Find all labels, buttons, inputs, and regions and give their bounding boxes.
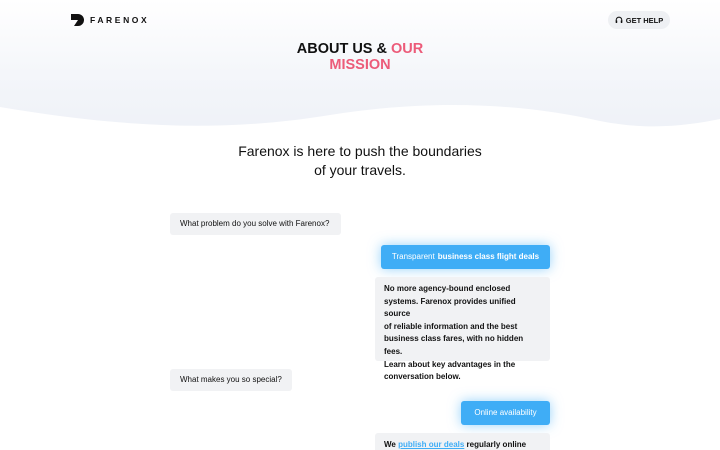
answer-bubble-1[interactable]: Transparent business class flight deals: [381, 245, 550, 269]
message-2-suffix: regularly online: [464, 440, 527, 449]
message-bubble-2: We publish our deals regularly online: [375, 433, 550, 450]
title-part2: OUR: [391, 41, 424, 57]
question-text-2: What makes you so special?: [180, 375, 282, 384]
answer-bold-1: business class flight deals: [437, 252, 540, 261]
answer-bubble-2[interactable]: Online availability: [461, 401, 550, 425]
question-text-1: What problem do you solve with Farenox?: [180, 219, 330, 228]
message-2-prefix: We: [384, 440, 399, 449]
message-line: conversation below.: [384, 372, 461, 382]
answer-text-2: Online availability: [474, 408, 537, 417]
title-line2: MISSION: [329, 57, 391, 73]
logo-mark-icon: [71, 14, 84, 26]
headset-icon: [615, 16, 623, 23]
get-help-button[interactable]: GET HELP: [608, 11, 670, 29]
message-line: business class fares, with no hidden fee…: [384, 334, 524, 356]
logo[interactable]: FARENOX: [70, 12, 149, 28]
page-title: ABOUT US & OUR MISSION: [0, 41, 720, 73]
logo-text: FARENOX: [90, 15, 150, 25]
tagline-line1: Farenox is here to push the boundaries: [238, 143, 482, 159]
message-line: No more agency-bound enclosed: [384, 284, 511, 293]
answer-prefix-1: Transparent: [391, 252, 435, 261]
title-part1: ABOUT US &: [296, 41, 391, 57]
publish-deals-link[interactable]: publish our deals: [398, 440, 464, 449]
question-bubble-2: What makes you so special?: [170, 369, 292, 391]
get-help-label: GET HELP: [625, 15, 664, 25]
message-line: Learn about key advantages in the: [384, 359, 516, 369]
tagline-line2: of your travels.: [314, 162, 406, 178]
tagline: Farenox is here to push the boundaries o…: [0, 142, 720, 180]
question-bubble-1: What problem do you solve with Farenox?: [170, 213, 341, 235]
message-bubble-1: No more agency-bound enclosed systems. F…: [375, 277, 550, 381]
hero-wave: [0, 104, 720, 135]
message-line: systems. Farenox provides unified source: [384, 296, 516, 319]
message-line: of reliable information and the best: [384, 321, 518, 331]
